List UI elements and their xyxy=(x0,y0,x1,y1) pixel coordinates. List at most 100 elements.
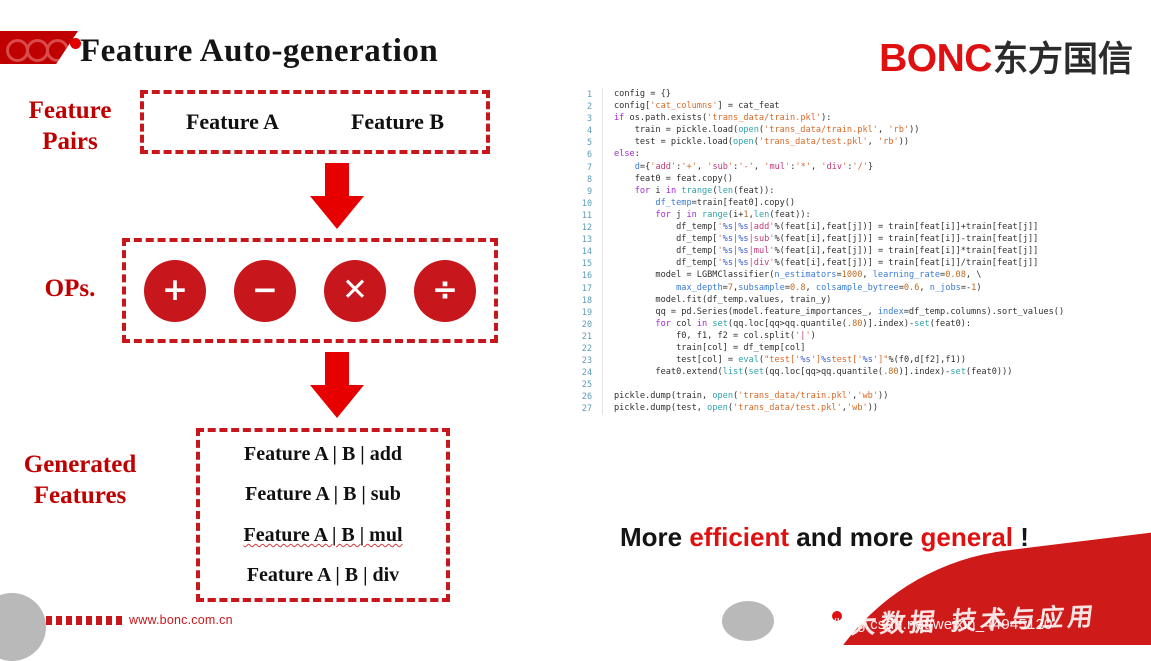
code-gutter xyxy=(602,245,603,258)
code-line-number: 18 xyxy=(581,294,592,305)
code-line-text: df_temp['%s|%s|mul'%(feat[i],feat[j])] =… xyxy=(614,246,1039,257)
code-line-text: max_depth=7,subsample=0.8, colsample_byt… xyxy=(676,282,982,293)
code-gutter xyxy=(602,257,603,270)
code-line-text: test = pickle.load(open('trans_data/test… xyxy=(614,137,910,148)
code-line-number: 12 xyxy=(581,222,592,233)
code-line: 13 df_temp['%s|%s|sub'%(feat[i],feat[j])… xyxy=(566,233,1146,246)
code-line: 25 xyxy=(566,378,1146,391)
code-line: 4 train = pickle.load(open('trans_data/t… xyxy=(566,124,1146,137)
label-ops: OPs. xyxy=(44,275,96,302)
code-line: 17 max_depth=7,subsample=0.8, colsample_… xyxy=(566,281,1146,294)
code-line: 8 feat0 = feat.copy() xyxy=(566,172,1146,185)
gray-blob-decoration xyxy=(722,601,774,641)
code-gutter xyxy=(602,305,603,318)
slide-canvas: Feature Auto-generation BONC 东方国信 Featur… xyxy=(0,0,1151,661)
footer-square xyxy=(86,615,92,625)
code-line-number: 8 xyxy=(586,173,592,184)
code-line-number: 13 xyxy=(581,234,592,245)
code-line: 19 qq = pd.Series(model.feature_importan… xyxy=(566,305,1146,318)
code-line-number: 6 xyxy=(586,149,592,160)
code-line-text: qq = pd.Series(model.feature_importances… xyxy=(614,306,1065,317)
code-line-number: 15 xyxy=(581,258,592,269)
label-generated-line2: Features xyxy=(33,481,127,509)
code-line-number: 10 xyxy=(581,197,592,208)
label-generated-features: Generated Features xyxy=(4,450,156,511)
code-line-text: df_temp['%s|%s|div'%(feat[i],feat[j])] =… xyxy=(614,258,1039,269)
code-gutter xyxy=(602,172,603,185)
code-gutter xyxy=(602,366,603,379)
code-line: 21 f0, f1, f2 = col.split('|') xyxy=(566,329,1146,342)
code-line: 26 pickle.dump(train, open('trans_data/tr… xyxy=(566,390,1146,403)
code-line: 22 train[col] = df_temp[col] xyxy=(566,341,1146,355)
feature-pairs-row: Feature A Feature B xyxy=(140,90,490,154)
code-gutter xyxy=(602,233,603,246)
footer-square xyxy=(66,615,72,625)
down-arrow-icon xyxy=(310,352,364,418)
code-line-text: feat0.extend(list(set(qq.loc[qq>qq.quant… xyxy=(614,367,1013,378)
bonc-logo: BONC 东方国信 xyxy=(879,31,1133,82)
code-gutter xyxy=(602,100,603,113)
code-line-number: 24 xyxy=(581,367,592,378)
code-gutter xyxy=(602,269,603,282)
code-line-text: pickle.dump(test, open('trans_data/test.… xyxy=(614,403,879,414)
code-line-text: if os.path.exists('trans_data/train.pkl'… xyxy=(614,113,832,124)
code-block[interactable]: 1 config = {} 2 config['cat_columns'] = cat… xyxy=(566,88,1146,506)
code-line-number: 3 xyxy=(586,113,592,124)
code-line-text: df_temp['%s|%s|add'%(feat[i],feat[j])] =… xyxy=(614,222,1039,233)
label-feature-pairs-line2: Pairs xyxy=(42,127,98,155)
code-line: 16 model = LGBMClassifier(n_estimators=1… xyxy=(566,269,1146,282)
footer-square xyxy=(116,615,122,625)
code-line-number: 11 xyxy=(581,209,592,220)
feature-pair-item: Feature B xyxy=(350,109,445,134)
code-line-number: 26 xyxy=(581,391,592,402)
code-line-number: 14 xyxy=(581,246,592,257)
code-line-number: 21 xyxy=(581,330,592,341)
code-gutter xyxy=(602,281,603,294)
arrow-stem xyxy=(325,163,349,199)
feature-pair-item: Feature A xyxy=(185,109,280,134)
code-line-number: 22 xyxy=(581,342,592,353)
code-line-text: d={'add':'+', 'sub':'-', 'mul':'*', 'div… xyxy=(634,161,874,172)
code-line: 7 d={'add':'+', 'sub':'-', 'mul':'*', 'd… xyxy=(566,160,1146,173)
code-line-number: 27 xyxy=(581,403,592,414)
arrow-stem xyxy=(325,352,349,388)
code-line: 5 test = pickle.load(open('trans_data/te… xyxy=(566,136,1146,149)
tagline-part1: More xyxy=(620,522,690,552)
code-line-number: 23 xyxy=(581,355,592,366)
footer: www.bonc.com.cn xyxy=(46,613,233,627)
footer-square xyxy=(46,615,52,625)
code-line: 20 for col in set(qq.loc[qq>qq.quantile(… xyxy=(566,317,1146,330)
footer-square xyxy=(96,615,102,625)
operations-row: + − ✕ ÷ xyxy=(122,238,498,343)
code-line: 1 config = {} xyxy=(566,88,1146,101)
code-line-number: 20 xyxy=(581,318,592,329)
code-line-number: 19 xyxy=(581,306,592,317)
generated-features-list: Feature A | B | add Feature A | B | sub Fe… xyxy=(196,428,450,602)
code-line-text: for col in set(qq.loc[qq>qq.quantile(.80… xyxy=(655,318,972,329)
footer-square xyxy=(106,615,112,625)
code-gutter xyxy=(602,341,603,355)
code-line-text: f0, f1, f2 = col.split('|') xyxy=(614,330,816,341)
code-line: 11 for j in range(i+1,len(feat)): xyxy=(566,208,1146,222)
code-line-text: model.fit(df_temp.values, train_y) xyxy=(614,294,832,305)
code-line-text: df_temp=train[feat0].copy() xyxy=(655,197,796,208)
tagline-highlight-efficient: efficient xyxy=(689,522,790,552)
code-gutter xyxy=(602,378,603,391)
page-title: Feature Auto-generation xyxy=(80,33,439,69)
tagline-part3: ! xyxy=(1013,522,1029,552)
label-generated-line1: Generated xyxy=(23,451,137,478)
code-line-text: config['cat_columns'] = cat_feat xyxy=(614,101,780,112)
generated-feature-item: Feature A | B | add xyxy=(244,442,402,465)
code-gutter xyxy=(602,196,603,209)
code-line-number: 9 xyxy=(586,185,592,196)
generated-feature-item: Feature A | B | mul xyxy=(243,523,403,546)
gray-circle-decoration xyxy=(0,593,46,661)
footer-squares-decoration xyxy=(46,615,122,625)
code-line-text: else: xyxy=(614,149,640,160)
code-line: 14 df_temp['%s|%s|mul'%(feat[i],feat[j])… xyxy=(566,245,1146,258)
code-gutter xyxy=(602,184,603,197)
code-line-text: df_temp['%s|%s|sub'%(feat[i],feat[j])] =… xyxy=(614,234,1039,245)
code-line-number: 7 xyxy=(586,161,592,172)
code-gutter xyxy=(602,354,603,367)
code-line: 10 df_temp=train[feat0].copy() xyxy=(566,196,1146,209)
